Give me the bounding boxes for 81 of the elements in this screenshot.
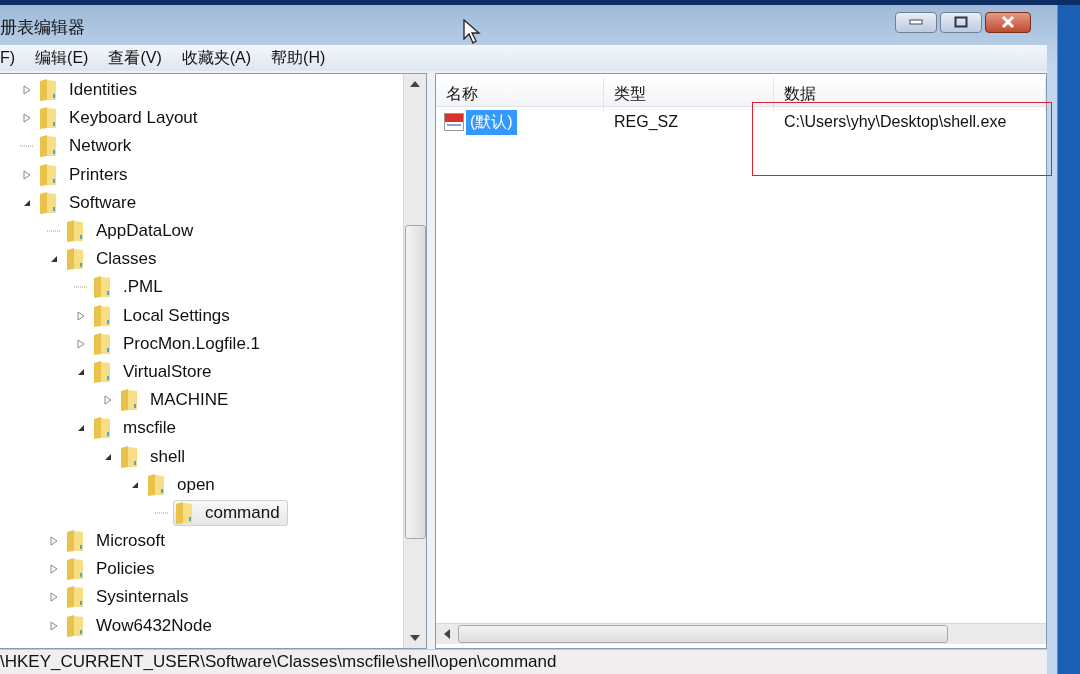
value-type: REG_SZ (613, 113, 679, 131)
folder-icon (92, 303, 112, 328)
tree-item[interactable]: Network (64, 133, 137, 160)
column-header[interactable]: 数据 (774, 78, 1046, 111)
tree-item[interactable]: Policies (91, 556, 160, 583)
expand-arrow-icon[interactable] (23, 113, 31, 124)
scrollbar-thumb[interactable] (458, 625, 948, 643)
tree-connector (155, 511, 169, 514)
tree-item[interactable]: Wow6432Node (91, 612, 217, 639)
folder-icon (38, 106, 58, 131)
folder-icon (92, 359, 112, 384)
tree-item[interactable]: Classes (91, 246, 162, 273)
menu-item[interactable]: 编辑(E) (25, 47, 99, 69)
menu-item[interactable]: F) (0, 49, 26, 67)
status-path: \HKEY_CURRENT_USER\Software\Classes\mscfile\shell\open\command (0, 652, 557, 672)
tree-connector (74, 286, 88, 289)
folder-icon (174, 500, 194, 525)
maximize-button[interactable] (940, 11, 982, 33)
tree-item[interactable]: Software (64, 189, 142, 216)
folder-icon (92, 416, 112, 441)
folder-icon (65, 557, 85, 582)
expanded-arrow-icon[interactable] (23, 198, 31, 207)
expanded-arrow-icon[interactable] (104, 452, 112, 461)
expand-arrow-icon[interactable] (23, 169, 31, 180)
expand-arrow-icon[interactable] (23, 85, 31, 96)
expanded-arrow-icon[interactable] (77, 367, 85, 376)
string-value-icon (444, 113, 464, 131)
expand-arrow-icon[interactable] (77, 310, 85, 321)
tree-item[interactable]: MACHINE (145, 387, 234, 414)
menu-item[interactable]: 查看(V) (98, 47, 172, 69)
folder-icon (38, 190, 58, 215)
tree-item[interactable]: AppDataLow (91, 218, 199, 245)
close-button[interactable] (985, 11, 1031, 33)
tree-item[interactable]: Local Settings (118, 302, 235, 329)
tree-item[interactable]: mscfile (118, 415, 181, 442)
folder-icon (92, 331, 112, 356)
expanded-arrow-icon[interactable] (131, 480, 139, 489)
close-icon (1000, 15, 1016, 29)
folder-icon (65, 529, 85, 554)
folder-icon (38, 78, 58, 103)
tree-item[interactable]: ProcMon.Logfile.1 (118, 330, 266, 357)
folder-icon (65, 247, 85, 272)
tree-item[interactable]: Keyboard Layout (64, 105, 203, 132)
tree-item[interactable]: shell (145, 443, 190, 470)
selected-tree-item[interactable]: command (173, 499, 288, 526)
folder-icon (92, 275, 112, 300)
folder-icon (65, 219, 85, 244)
tree-item[interactable]: Microsoft (91, 528, 170, 555)
expand-arrow-icon[interactable] (50, 592, 58, 603)
folder-icon (119, 444, 139, 469)
column-header[interactable]: 类型 (604, 78, 774, 111)
folder-icon (38, 162, 58, 187)
folder-icon (65, 613, 85, 638)
expand-arrow-icon[interactable] (50, 536, 58, 547)
expanded-arrow-icon[interactable] (50, 255, 58, 264)
tree-item[interactable]: Sysinternals (91, 584, 194, 611)
folder-icon (146, 472, 166, 497)
scrollbar-thumb[interactable] (404, 225, 426, 539)
expand-arrow-icon[interactable] (104, 395, 112, 406)
menu-item[interactable]: 帮助(H) (261, 47, 336, 69)
tree-connector (20, 145, 34, 148)
minimize-button[interactable] (895, 11, 937, 33)
expand-arrow-icon[interactable] (50, 564, 58, 575)
folder-icon (65, 585, 85, 610)
folder-icon (119, 388, 139, 413)
tree-item[interactable]: .PML (118, 274, 168, 301)
tree-item[interactable]: Printers (64, 161, 133, 188)
expand-arrow-icon[interactable] (50, 620, 58, 631)
maximize-icon (954, 16, 968, 28)
menu-item[interactable]: 收藏夹(A) (171, 47, 262, 69)
tree-item[interactable]: Identities (64, 77, 143, 104)
value-data: C:\Users\yhy\Desktop\shell.exe (783, 113, 1008, 131)
mouse-cursor-icon (463, 19, 481, 45)
tree-item[interactable]: open (172, 471, 220, 498)
window-title: 册表编辑器 (0, 16, 85, 39)
folder-icon (38, 134, 58, 159)
expanded-arrow-icon[interactable] (77, 424, 85, 433)
minimize-icon (909, 19, 923, 25)
expand-arrow-icon[interactable] (77, 338, 85, 349)
tree-connector (47, 230, 61, 233)
tree-item[interactable]: VirtualStore (118, 358, 217, 385)
